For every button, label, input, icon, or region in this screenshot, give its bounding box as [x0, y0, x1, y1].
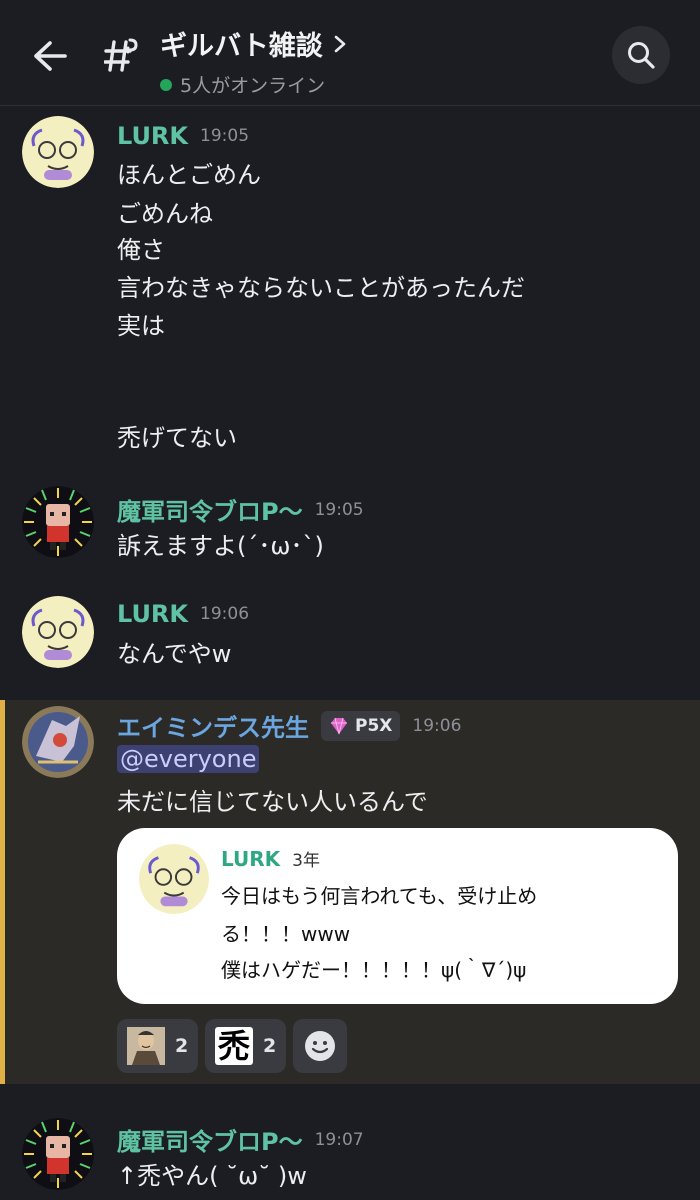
add-reaction-button[interactable]: [293, 1019, 347, 1073]
embed-header: LURK 3年: [221, 846, 320, 872]
everyone-mention[interactable]: @everyone: [117, 745, 260, 773]
bro-p-avatar-icon: [22, 1118, 94, 1190]
server-tag-badge[interactable]: P5X: [321, 710, 401, 741]
message-line: @everyone: [117, 745, 260, 773]
message-line: ごめんね: [117, 200, 213, 228]
timestamp: 19:05: [200, 126, 250, 146]
search-icon: [628, 42, 655, 69]
server-tag-label: P5X: [355, 715, 393, 736]
thread-channel-icon: [103, 34, 144, 74]
author-name[interactable]: LURK: [117, 600, 188, 628]
linked-message-embed[interactable]: LURK 3年 今日はもう何言われても、受け止め る！！！www 僕はハゲだー！…: [117, 828, 678, 1004]
timestamp: 19:06: [200, 604, 250, 624]
author-name[interactable]: LURK: [117, 122, 188, 150]
lurk-avatar-icon: [22, 596, 94, 668]
bro-p-avatar-icon: [22, 486, 94, 558]
message-line: 未だに信じてない人いるんで: [117, 788, 428, 816]
gem-icon: [331, 717, 347, 734]
message-header: 魔軍司令ブロP～ 19:07: [117, 1122, 364, 1157]
embed-line: る！！！www: [221, 922, 351, 946]
reaction-button[interactable]: 2: [117, 1019, 199, 1073]
search-button[interactable]: [612, 26, 670, 84]
embed-author: LURK: [221, 846, 281, 871]
message-line: 禿げてない: [117, 424, 237, 452]
channel-title-area[interactable]: ギルバト雑談 5人がオンライン: [160, 24, 347, 98]
avatar[interactable]: [22, 1118, 94, 1190]
message-line: 実は: [117, 312, 165, 340]
lurk-avatar-icon: [139, 844, 209, 914]
message-header: 魔軍司令ブロP～ 19:05: [117, 492, 364, 527]
lurk-avatar-icon: [22, 116, 94, 188]
avatar[interactable]: [22, 486, 94, 558]
chevron-right-icon: [334, 35, 346, 52]
embed-line: 今日はもう何言われても、受け止め: [221, 884, 538, 908]
message-line: 俺さ: [117, 236, 165, 264]
online-count: 5人がオンライン: [180, 75, 326, 97]
message-line: ↑禿やん( ˘ω˘ )w: [117, 1162, 307, 1190]
samurai-portrait-icon: [127, 1027, 165, 1065]
timestamp: 19:07: [314, 1129, 364, 1150]
embed-timestamp: 3年: [292, 851, 320, 871]
message-line: 訴えますよ(´･ω･`): [117, 532, 324, 560]
eimindes-avatar-icon: [22, 706, 94, 778]
back-button[interactable]: [28, 36, 72, 76]
avatar[interactable]: [22, 706, 94, 778]
message-header: LURK 19:06: [117, 600, 249, 628]
message-line: なんでやw: [117, 640, 232, 668]
channel-header: ギルバト雑談 5人がオンライン: [0, 0, 700, 106]
hage-kanji-emoji: 禿: [215, 1027, 253, 1065]
timestamp: 19:05: [314, 499, 364, 520]
smiley-icon: [305, 1031, 335, 1061]
reaction-count: 2: [263, 1035, 277, 1057]
arrow-left-icon: [34, 41, 67, 71]
author-name[interactable]: エイミンデス先生: [117, 708, 309, 743]
avatar: [139, 844, 209, 914]
avatar[interactable]: [22, 596, 94, 668]
reaction-count: 2: [175, 1035, 189, 1057]
online-status-dot: [160, 78, 172, 91]
timestamp: 19:06: [412, 715, 462, 736]
message-header: エイミンデス先生 P5X 19:06: [117, 708, 461, 743]
embed-line: 僕はハゲだー！！！！！ψ(｀∇´)ψ: [221, 958, 527, 982]
author-name[interactable]: 魔軍司令ブロP～: [117, 492, 303, 527]
message-line: ほんとごめん: [117, 161, 261, 189]
channel-title: ギルバト雑談: [160, 31, 323, 62]
author-name[interactable]: 魔軍司令ブロP～: [117, 1122, 303, 1157]
mention-highlight-bar: [0, 700, 5, 1084]
avatar[interactable]: [22, 116, 94, 188]
message-header: LURK 19:05: [117, 122, 249, 150]
message-line: 言わなきゃならないことがあったんだ: [117, 274, 525, 302]
reaction-button[interactable]: 禿 2: [205, 1019, 287, 1073]
